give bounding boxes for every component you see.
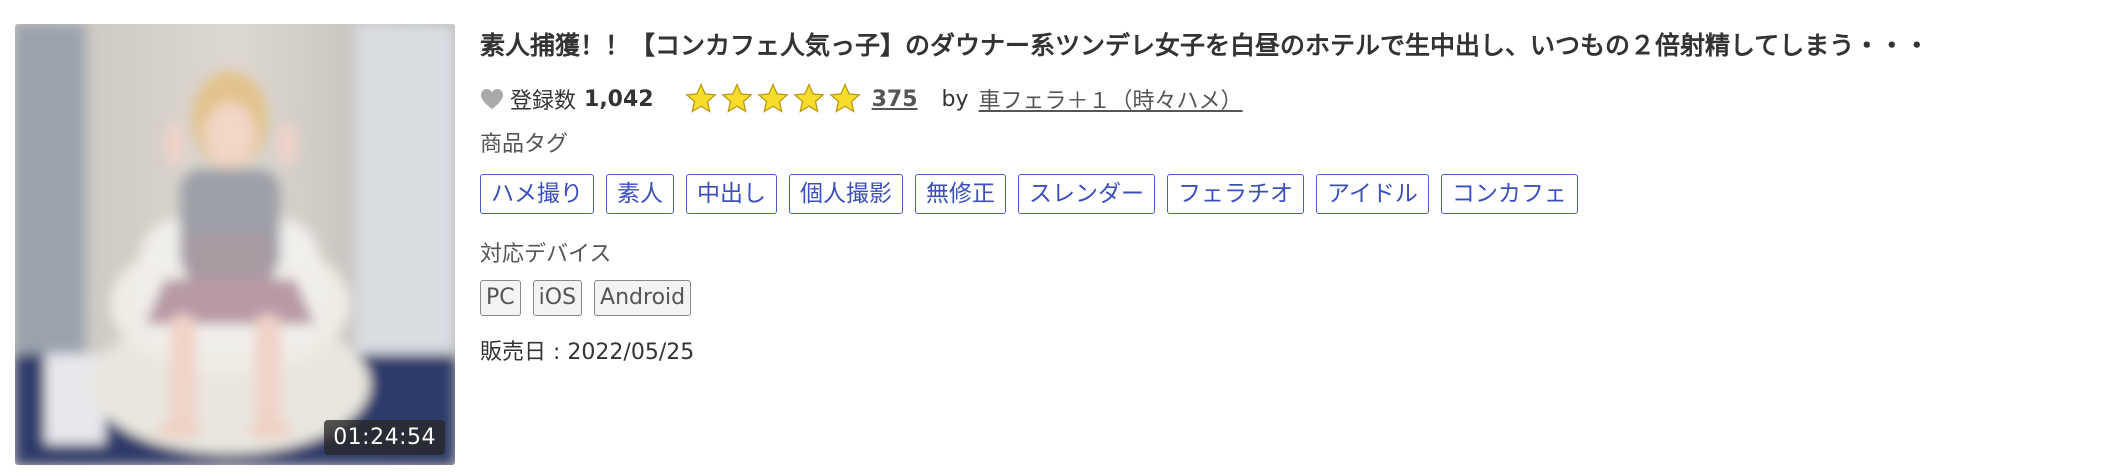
star-icon xyxy=(792,82,826,116)
device-badge: Android xyxy=(594,280,692,316)
tag-item[interactable]: 中出し xyxy=(686,174,777,214)
duration-badge: 01:24:54 xyxy=(324,420,445,455)
review-count-link[interactable]: 375 xyxy=(872,87,918,112)
tag-item[interactable]: 無修正 xyxy=(915,174,1006,214)
by-label: by xyxy=(941,86,969,112)
tag-item[interactable]: スレンダー xyxy=(1018,174,1155,214)
favorites-label: 登録数 xyxy=(510,89,577,114)
release-date: 販売日 : 2022/05/25 xyxy=(480,334,2100,366)
device-list: PC iOS Android xyxy=(480,280,2100,316)
star-icon xyxy=(720,82,754,116)
seller-link[interactable]: 車フェラ＋１（時々ハメ） xyxy=(979,83,1243,115)
star-icon xyxy=(756,82,790,116)
tag-item[interactable]: フェラチオ xyxy=(1167,174,1304,214)
product-item: 01:24:54 素人捕獲！！【コンカフェ人気っ子】のダウナー系ツンデレ女子を白… xyxy=(0,0,2124,476)
product-thumbnail[interactable]: 01:24:54 xyxy=(15,24,455,465)
tag-item[interactable]: ハメ撮り xyxy=(480,174,594,214)
thumbnail-image xyxy=(15,24,455,465)
tag-item[interactable]: コンカフェ xyxy=(1440,174,1578,214)
rating-stars xyxy=(684,82,864,116)
tags-heading: 商品タグ xyxy=(480,132,569,157)
release-date-value: 2022/05/25 xyxy=(567,340,695,365)
favorites-count: 1,042 xyxy=(584,86,654,112)
tag-list: ハメ撮り 素人 中出し 個人撮影 無修正 スレンダー フェラチオ アイドル コン… xyxy=(480,174,2100,214)
release-date-label: 販売日 xyxy=(480,340,547,365)
star-icon xyxy=(828,82,862,116)
tag-item[interactable]: 個人撮影 xyxy=(789,174,903,214)
release-date-separator: : xyxy=(546,340,568,365)
device-badge: iOS xyxy=(532,280,583,316)
tag-item[interactable]: 素人 xyxy=(606,174,674,214)
star-icon xyxy=(684,82,718,116)
device-badge: PC xyxy=(480,280,521,316)
tag-item[interactable]: アイドル xyxy=(1316,174,1429,214)
product-title[interactable]: 素人捕獲！！【コンカフェ人気っ子】のダウナー系ツンデレ女子を白昼のホテルで生中出… xyxy=(480,26,2100,66)
meta-row: 登録数 1,042 375 by 車フェラ＋１（時々ハメ） xyxy=(480,82,2100,116)
heart-icon[interactable] xyxy=(480,88,504,110)
product-info: 素人捕獲！！【コンカフェ人気っ子】のダウナー系ツンデレ女子を白昼のホテルで生中出… xyxy=(480,26,2100,366)
devices-heading: 対応デバイス xyxy=(480,242,612,267)
